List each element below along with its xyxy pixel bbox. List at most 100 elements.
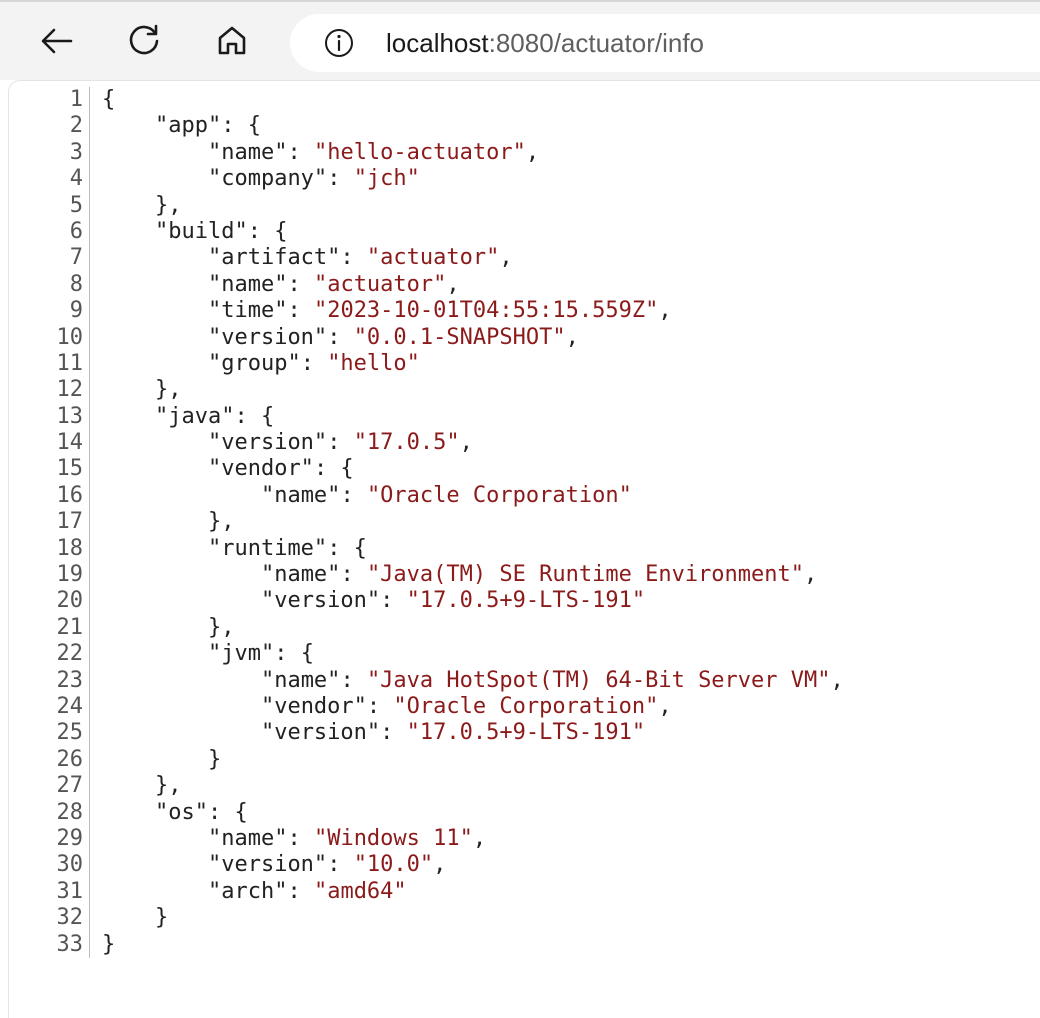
code-line: "name": "actuator", bbox=[102, 272, 844, 298]
line-number: 4 bbox=[69, 166, 83, 192]
json-key: "os" bbox=[154, 799, 208, 825]
json-punctuation: , bbox=[565, 324, 579, 350]
url-host: localhost bbox=[386, 28, 489, 58]
code-line: "runtime": { bbox=[102, 536, 844, 562]
code-line: "version": "17.0.5+9-LTS-191" bbox=[102, 588, 844, 614]
json-string: "hello-actuator" bbox=[313, 139, 526, 165]
line-number: 15 bbox=[56, 456, 84, 482]
code-line: }, bbox=[102, 377, 844, 403]
line-number-gutter: 1 2 3 4 5 6 7 8 9 10 11 12 13 14 15 16 17 18 19 20 21 22 23 24 2… bbox=[9, 87, 90, 958]
line-number: 24 bbox=[56, 693, 84, 719]
json-punctuation: , bbox=[525, 139, 540, 165]
json-string: "17.0.5+9-LTS-191" bbox=[406, 588, 646, 614]
json-punctuation: } bbox=[102, 905, 169, 931]
json-punctuation: } bbox=[102, 931, 116, 957]
json-key: "version" bbox=[260, 720, 381, 746]
code-line: { bbox=[102, 87, 844, 113]
code-line: "vendor": "Oracle Corporation", bbox=[102, 694, 844, 720]
json-punctuation: , bbox=[459, 430, 473, 456]
line-number: 12 bbox=[56, 377, 84, 403]
json-punctuation: : { bbox=[327, 535, 367, 561]
line-number: 18 bbox=[56, 535, 84, 561]
json-punctuation: : bbox=[380, 588, 407, 614]
json-punctuation bbox=[102, 404, 155, 429]
json-punctuation bbox=[102, 641, 208, 666]
reload-button[interactable] bbox=[119, 16, 169, 66]
url-text[interactable]: localhost:8080/actuator/info bbox=[386, 28, 704, 58]
json-punctuation: : bbox=[287, 878, 314, 904]
code-line: "version": "10.0", bbox=[102, 852, 844, 878]
line-number: 28 bbox=[56, 799, 84, 825]
json-punctuation bbox=[102, 483, 261, 508]
home-button[interactable] bbox=[207, 16, 257, 66]
code-line: "name": "Windows 11", bbox=[102, 826, 844, 852]
json-key: "name" bbox=[207, 271, 288, 297]
json-punctuation: : { bbox=[274, 641, 314, 667]
json-string: "17.0.5+9-LTS-191" bbox=[406, 720, 646, 746]
line-number: 22 bbox=[56, 641, 84, 667]
line-number: 11 bbox=[56, 350, 84, 376]
json-punctuation: : { bbox=[221, 113, 261, 139]
line-number: 6 bbox=[69, 218, 83, 244]
code-line: "app": { bbox=[102, 113, 844, 139]
back-arrow-icon bbox=[41, 28, 73, 54]
json-punctuation bbox=[102, 536, 208, 561]
code-line: "name": "Java(TM) SE Runtime Environment… bbox=[102, 562, 844, 588]
json-punctuation: , bbox=[830, 667, 844, 693]
line-number: 26 bbox=[56, 746, 84, 772]
json-punctuation: }, bbox=[102, 773, 182, 799]
json-key: "version" bbox=[207, 324, 328, 350]
code-line: "java": { bbox=[102, 404, 844, 430]
back-button[interactable] bbox=[32, 16, 82, 66]
json-punctuation bbox=[102, 588, 261, 613]
json-punctuation bbox=[102, 562, 261, 587]
line-number: 19 bbox=[56, 562, 84, 588]
json-punctuation: : bbox=[287, 271, 314, 297]
json-punctuation: : bbox=[327, 324, 354, 350]
json-punctuation: : bbox=[340, 562, 367, 588]
json-punctuation: : bbox=[327, 166, 354, 192]
json-punctuation: : bbox=[340, 482, 367, 508]
json-key: "group" bbox=[207, 350, 301, 376]
reload-icon bbox=[129, 24, 159, 55]
line-number: 16 bbox=[56, 482, 84, 508]
json-punctuation bbox=[102, 325, 208, 350]
address-bar[interactable]: localhost:8080/actuator/info bbox=[290, 14, 1040, 72]
code-line: "name": "Java HotSpot(TM) 64-Bit Server … bbox=[102, 668, 844, 694]
json-key: "version" bbox=[207, 852, 328, 878]
json-punctuation bbox=[102, 351, 208, 376]
json-key: "company" bbox=[207, 166, 328, 192]
json-punctuation: , bbox=[446, 271, 460, 297]
code-line: "jvm": { bbox=[102, 641, 844, 667]
json-punctuation: , bbox=[472, 825, 487, 851]
json-code: { "app": { "name": "hello-actuator", "co… bbox=[102, 87, 844, 958]
json-string: "0.0.1-SNAPSHOT" bbox=[353, 324, 566, 350]
json-key: "runtime" bbox=[207, 535, 328, 561]
code-line: "time": "2023-10-01T04:55:15.559Z", bbox=[102, 298, 844, 324]
json-punctuation: , bbox=[658, 298, 672, 324]
json-punctuation bbox=[102, 694, 261, 719]
json-punctuation bbox=[102, 272, 208, 297]
code-line: }, bbox=[102, 615, 844, 641]
json-punctuation bbox=[102, 456, 208, 481]
line-number: 20 bbox=[56, 588, 84, 614]
json-punctuation: : bbox=[380, 720, 407, 746]
code-line: }, bbox=[102, 193, 844, 219]
json-punctuation bbox=[102, 113, 155, 138]
code-line: "company": "jch" bbox=[102, 166, 844, 192]
json-punctuation bbox=[102, 430, 208, 455]
code-line: "name": "hello-actuator", bbox=[102, 140, 844, 166]
json-key: "artifact" bbox=[207, 245, 341, 271]
json-punctuation: : bbox=[287, 825, 314, 851]
json-punctuation: : bbox=[287, 139, 314, 165]
json-string: "Oracle Corporation" bbox=[366, 482, 632, 508]
json-punctuation bbox=[102, 826, 208, 851]
json-key: "time" bbox=[207, 298, 288, 324]
json-punctuation: : bbox=[340, 245, 367, 271]
line-number: 17 bbox=[56, 509, 84, 535]
url-path: :8080/actuator/info bbox=[488, 28, 705, 58]
json-punctuation: : bbox=[287, 298, 314, 324]
line-number: 25 bbox=[56, 720, 84, 746]
json-punctuation: : { bbox=[207, 799, 248, 825]
info-icon[interactable] bbox=[323, 27, 355, 59]
